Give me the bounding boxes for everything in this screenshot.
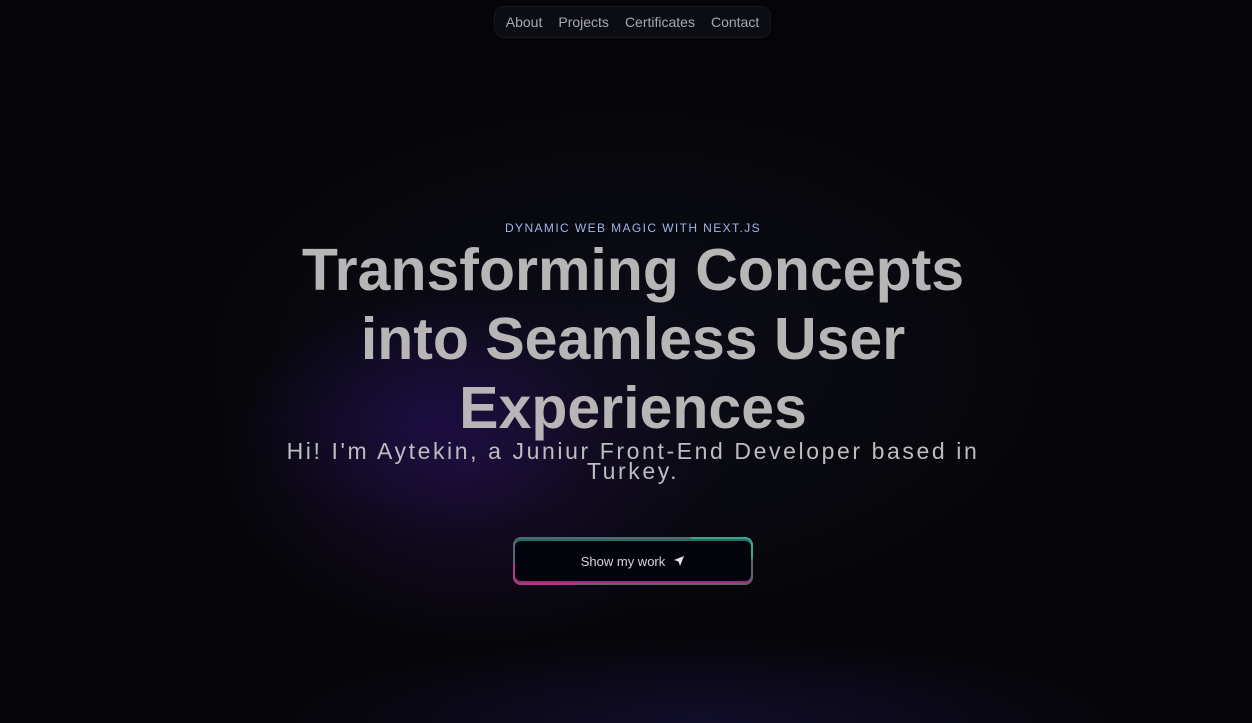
hero-intro: Hi! I'm Aytekin, a Juniur Front-End Deve… [286, 438, 980, 484]
send-icon [673, 555, 685, 567]
nav-link-contact[interactable]: Contact [711, 14, 759, 30]
hero-eyebrow: DYNAMIC WEB MAGIC WITH NEXT.JS [504, 221, 761, 235]
hero-headline: Transforming Concepts into Seamless User… [301, 237, 965, 441]
top-navigation: About Projects Certificates Contact [494, 6, 771, 38]
show-my-work-label: Show my work [580, 553, 666, 569]
nav-link-certificates[interactable]: Certificates [625, 14, 695, 30]
nav-link-about[interactable]: About [506, 14, 543, 30]
nav-link-projects[interactable]: Projects [558, 14, 609, 30]
show-my-work-button[interactable]: Show my work [513, 537, 753, 585]
